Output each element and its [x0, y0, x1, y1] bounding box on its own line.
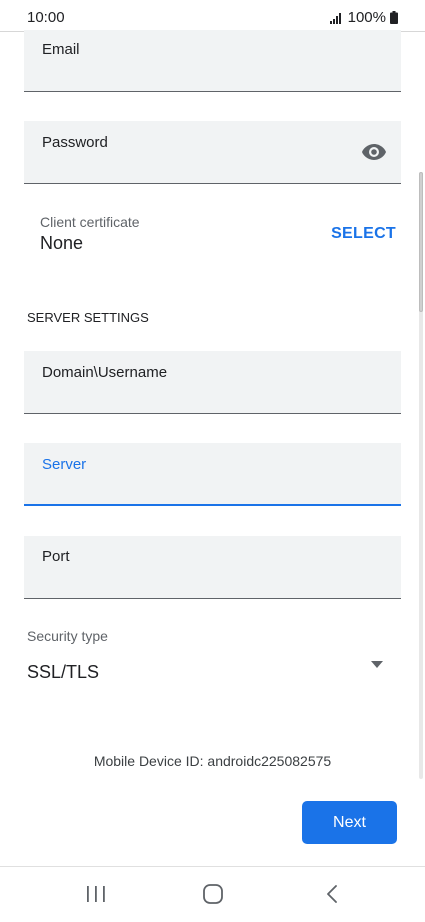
- battery-icon: [390, 11, 398, 24]
- domain-username-field[interactable]: Domain\Username: [24, 351, 401, 414]
- next-button[interactable]: Next: [302, 801, 397, 844]
- port-field[interactable]: Port: [24, 536, 401, 599]
- server-field-label: Server: [42, 456, 87, 473]
- home-icon[interactable]: [198, 881, 228, 907]
- client-certificate-value: None: [40, 233, 84, 253]
- status-time: 10:00: [27, 9, 65, 26]
- email-field[interactable]: Email: [24, 30, 401, 92]
- email-setup-screen: 10:00 100% Email Password Client certifi…: [0, 0, 425, 922]
- dropdown-arrow-icon[interactable]: [371, 661, 383, 668]
- mobile-device-id: Mobile Device ID: androidc225082575: [93, 753, 332, 769]
- port-field-label: Port: [42, 548, 70, 565]
- scrollbar-thumb[interactable]: [419, 172, 423, 312]
- navigation-bar: [0, 866, 425, 922]
- eye-icon[interactable]: [361, 143, 387, 161]
- server-settings-header: SERVER SETTINGS: [27, 310, 149, 325]
- domain-username-label: Domain\Username: [42, 364, 168, 381]
- status-bar: 10:00 100%: [0, 0, 425, 32]
- email-field-label: Email: [42, 41, 80, 58]
- signal-icon: [329, 12, 341, 24]
- select-certificate-button[interactable]: SELECT: [331, 225, 396, 243]
- password-field[interactable]: Password: [24, 121, 401, 184]
- server-field[interactable]: Server: [24, 443, 401, 506]
- security-type-value[interactable]: SSL/TLS: [27, 662, 99, 683]
- status-indicators: 100%: [329, 9, 398, 26]
- recents-icon[interactable]: [81, 881, 111, 907]
- security-type-label: Security type: [27, 628, 108, 644]
- battery-percent: 100%: [347, 9, 386, 26]
- back-icon[interactable]: [318, 881, 348, 907]
- client-certificate-label: Client certificate: [40, 214, 140, 230]
- password-field-label: Password: [42, 134, 108, 151]
